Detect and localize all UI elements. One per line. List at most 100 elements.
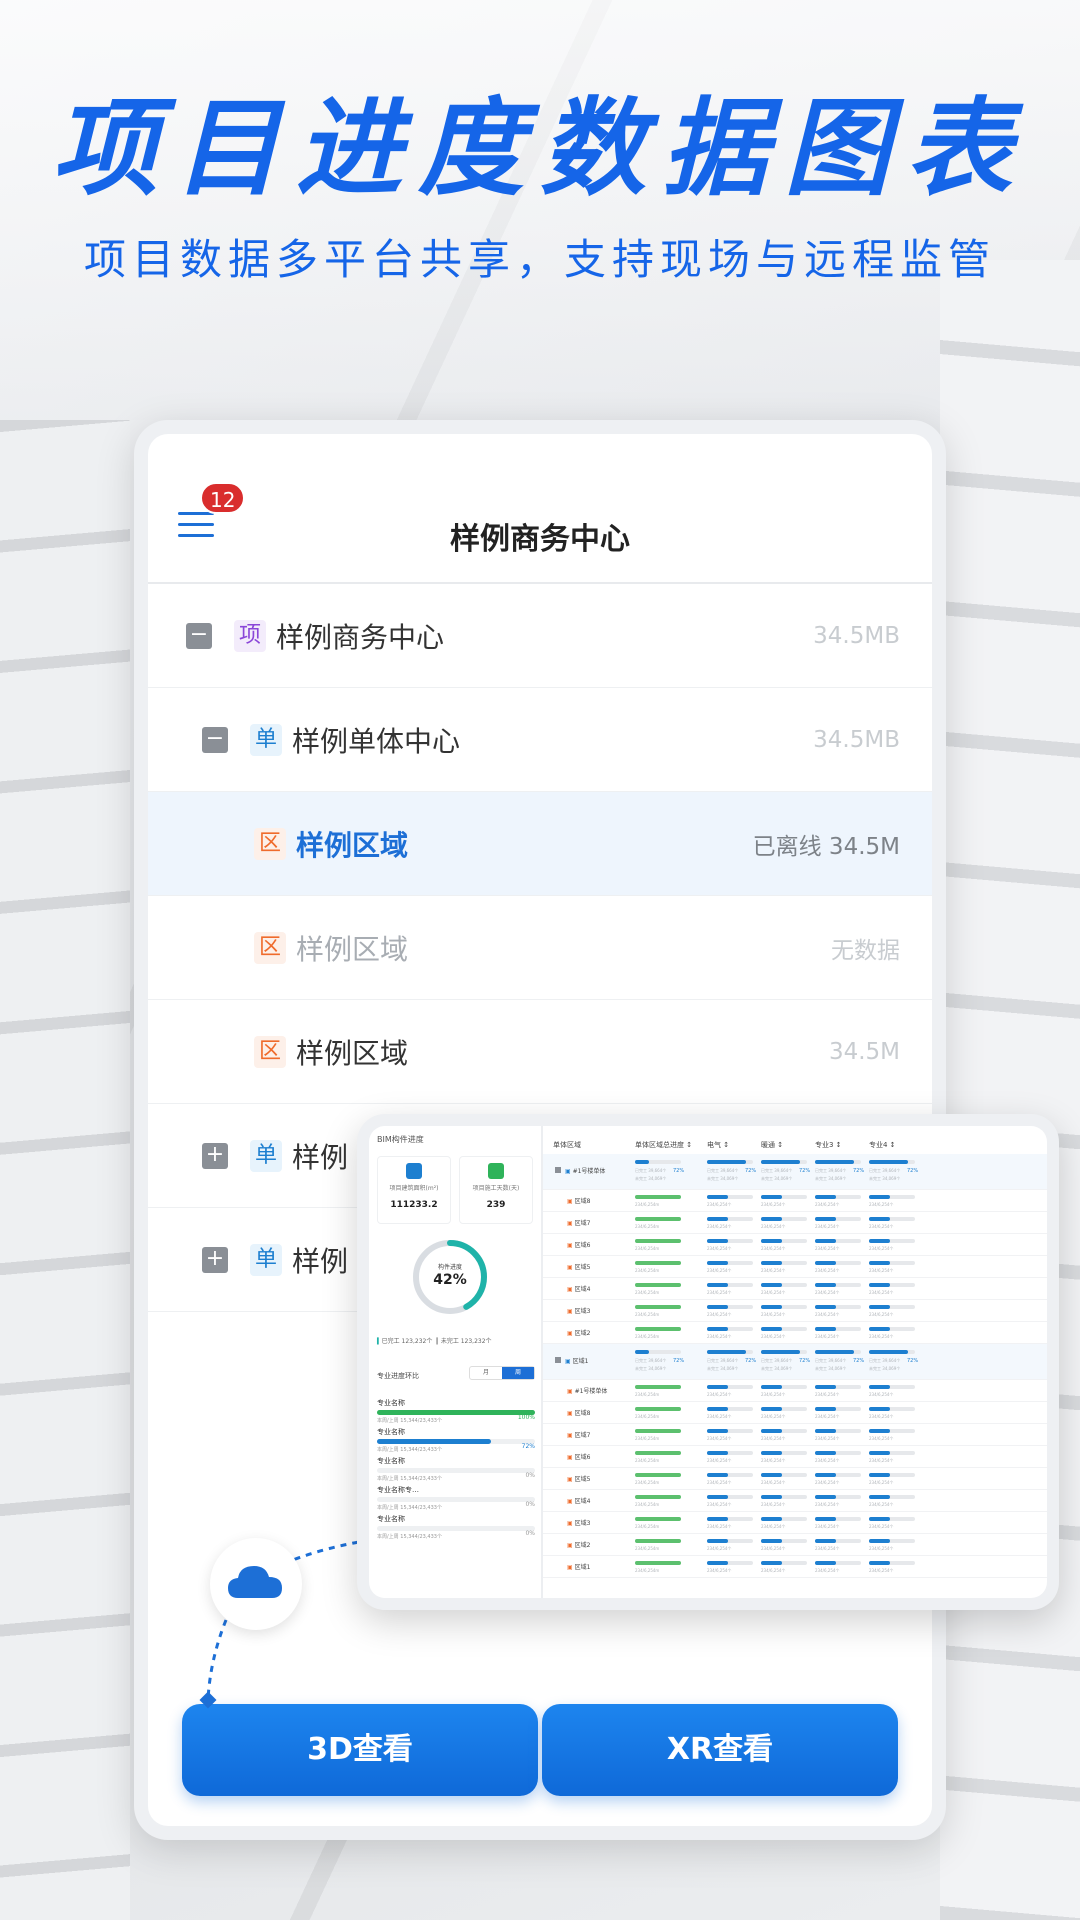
table-cell-bar bbox=[707, 1451, 753, 1455]
table-row[interactable]: ▣ 区域3 234/6,254m 234/6,254个 234/6,254个 234/6… bbox=[543, 1512, 1047, 1534]
collapse-icon[interactable]: − bbox=[202, 726, 228, 753]
table-cell-value: 234/6,254个 bbox=[761, 1458, 786, 1463]
table-cell-value: 234/6,254个 bbox=[761, 1524, 786, 1529]
period-month[interactable]: 月 bbox=[470, 1367, 502, 1379]
table-cell-undone: 未完工 34,069个 bbox=[869, 1366, 901, 1371]
table-header[interactable]: 专业3 ↕ bbox=[815, 1140, 842, 1150]
table-header[interactable]: 暖通 ↕ bbox=[761, 1140, 783, 1150]
table-cell-bar bbox=[869, 1539, 915, 1543]
table-cell-value: 234/6,254个 bbox=[761, 1224, 786, 1229]
table-cell-percent: 72% bbox=[673, 1168, 685, 1174]
discipline-compare: 本周/上周 15,344/23,433个 bbox=[377, 1505, 442, 1511]
table-cell-bar bbox=[869, 1195, 915, 1199]
table-cell-value: 234/6,254m bbox=[635, 1502, 660, 1507]
table-header[interactable]: 电气 ↕ bbox=[707, 1140, 729, 1150]
table-header[interactable]: 单体区域总进度 ↕ bbox=[635, 1140, 692, 1150]
donut-label: 构件进度 bbox=[437, 1264, 462, 1271]
expand-icon[interactable]: + bbox=[202, 1142, 228, 1169]
table-cell-done: 已完工 39,664个 bbox=[635, 1168, 667, 1173]
progress-section-title: 专业进度环比 bbox=[377, 1372, 419, 1380]
tree-row[interactable]: 区样例区域 34.5M bbox=[148, 1000, 932, 1104]
table-row[interactable]: ▣ 区域6 234/6,254m 234/6,254个 234/6,254个 234/6… bbox=[543, 1446, 1047, 1468]
table-cell-bar bbox=[707, 1539, 753, 1543]
kpi-area-value: 111233.2 bbox=[390, 1200, 438, 1210]
table-cell-bar-fill bbox=[815, 1561, 836, 1565]
tree-row[interactable]: 区样例区域 无数据 bbox=[148, 896, 932, 1000]
table-row[interactable]: ▣ #1号楼单体 234/6,254m 234/6,254个 234/6,254个 23… bbox=[543, 1380, 1047, 1402]
table-row[interactable]: ▣ 区域4 234/6,254m 234/6,254个 234/6,254个 234/6… bbox=[543, 1490, 1047, 1512]
table-row-name: ▣ 区域4 bbox=[567, 1286, 591, 1293]
table-row[interactable]: ▣ 区域8 234/6,254m 234/6,254个 234/6,254个 234/6… bbox=[543, 1402, 1047, 1424]
table-cell-bar-fill bbox=[815, 1261, 836, 1265]
table-cell-bar-fill bbox=[761, 1407, 782, 1411]
table-row[interactable]: ▣ 区域2 234/6,254m 234/6,254个 234/6,254个 234/6… bbox=[543, 1322, 1047, 1344]
discipline-progress-item: 专业名称 本周/上周 15,344/23,433个 0% bbox=[377, 1456, 535, 1482]
table-cell-done: 已完工 39,664个 bbox=[761, 1168, 793, 1173]
table-row[interactable]: ▣ 区域3 234/6,254m 234/6,254个 234/6,254个 234/6… bbox=[543, 1300, 1047, 1322]
table-cell-percent: 72% bbox=[853, 1168, 865, 1174]
discipline-name: 专业名称 bbox=[377, 1457, 405, 1465]
table-cell-bar bbox=[869, 1305, 915, 1309]
table-header[interactable]: 单体区域 bbox=[553, 1140, 581, 1150]
table-cell-value: 234/6,254m bbox=[635, 1268, 660, 1273]
period-toggle[interactable]: 月 周 bbox=[469, 1366, 535, 1380]
table-cell-value: 234/6,254m bbox=[635, 1546, 660, 1551]
table-cell-bar-fill bbox=[761, 1327, 782, 1331]
table-cell-percent: 72% bbox=[673, 1358, 685, 1364]
table-cell-bar bbox=[707, 1561, 753, 1565]
tree-row[interactable]: − 项样例商务中心 34.5MB bbox=[148, 584, 932, 688]
table-cell-value: 234/6,254m bbox=[635, 1224, 660, 1229]
table-cell-percent: 72% bbox=[799, 1358, 811, 1364]
table-cell-value: 234/6,254个 bbox=[707, 1568, 732, 1573]
table-row[interactable]: ▣ 区域7 234/6,254m 234/6,254个 234/6,254个 234/6… bbox=[543, 1212, 1047, 1234]
table-cell-bar-fill bbox=[815, 1539, 836, 1543]
table-row[interactable]: ▣ 区域2 234/6,254m 234/6,254个 234/6,254个 234/6… bbox=[543, 1534, 1047, 1556]
collapse-icon[interactable]: − bbox=[186, 622, 212, 649]
table-cell-bar bbox=[869, 1517, 915, 1521]
period-week[interactable]: 周 bbox=[502, 1367, 534, 1379]
tree-row[interactable]: 区样例区域 已离线 34.5M bbox=[148, 792, 932, 896]
table-cell-bar-fill bbox=[815, 1217, 836, 1221]
cloud-icon bbox=[228, 1566, 282, 1598]
table-cell-bar-fill bbox=[707, 1539, 728, 1543]
table-cell-bar-fill bbox=[869, 1327, 890, 1331]
table-row[interactable]: ▣ 区域5 234/6,254m 234/6,254个 234/6,254个 234/6… bbox=[543, 1468, 1047, 1490]
table-cell-bar-fill bbox=[635, 1160, 649, 1164]
tree-row[interactable]: − 单样例单体中心 34.5MB bbox=[148, 688, 932, 792]
table-cell-value: 234/6,254个 bbox=[761, 1312, 786, 1317]
table-cell-bar-fill bbox=[707, 1283, 728, 1287]
table-cell-value: 234/6,254m bbox=[635, 1246, 660, 1251]
table-row[interactable]: ▣ 区域7 234/6,254m 234/6,254个 234/6,254个 234/6… bbox=[543, 1424, 1047, 1446]
table-cell-value: 234/6,254个 bbox=[815, 1312, 840, 1317]
expand-icon[interactable]: + bbox=[202, 1246, 228, 1273]
table-cell-bar bbox=[761, 1517, 807, 1521]
table-cell-percent: 72% bbox=[799, 1168, 811, 1174]
table-cell-value: 234/6,254个 bbox=[707, 1414, 732, 1419]
table-cell-value: 234/6,254个 bbox=[869, 1414, 894, 1419]
table-cell-value: 234/6,254个 bbox=[869, 1480, 894, 1485]
table-cell-bar bbox=[815, 1261, 861, 1265]
donut-legend: ▍已完工 123,232个 ▍未完工 123,232个 bbox=[377, 1338, 492, 1345]
table-cell-bar bbox=[635, 1517, 681, 1521]
table-cell-bar bbox=[869, 1385, 915, 1389]
table-row-name: ▣ 区域6 bbox=[567, 1242, 591, 1249]
table-cell-bar-fill bbox=[635, 1350, 649, 1354]
tree-row-size: 34.5MB bbox=[813, 622, 900, 649]
table-cell-value: 234/6,254个 bbox=[869, 1334, 894, 1339]
table-row[interactable]: ▣ 区域4 234/6,254m 234/6,254个 234/6,254个 234/6… bbox=[543, 1278, 1047, 1300]
table-cell-bar-fill bbox=[815, 1283, 836, 1287]
table-cell-value: 234/6,254个 bbox=[761, 1502, 786, 1507]
table-row[interactable]: ▣ 区域8 234/6,254m 234/6,254个 234/6,254个 234/6… bbox=[543, 1190, 1047, 1212]
table-row[interactable]: ▣ 区域6 234/6,254m 234/6,254个 234/6,254个 234/6… bbox=[543, 1234, 1047, 1256]
table-header[interactable]: 专业4 ↕ bbox=[869, 1140, 896, 1150]
table-row[interactable]: ▣ 区域5 234/6,254m 234/6,254个 234/6,254个 234/6… bbox=[543, 1256, 1047, 1278]
table-cell-value: 234/6,254个 bbox=[815, 1414, 840, 1419]
table-row[interactable]: ▣ #1号楼单体 已完工 39,664个 未完工 34,069个 72% 已完工 39,… bbox=[543, 1154, 1047, 1190]
table-cell-value: 234/6,254个 bbox=[869, 1502, 894, 1507]
tree-row-size: 无数据 bbox=[831, 937, 900, 964]
view-xr-button[interactable]: XR查看 bbox=[542, 1704, 898, 1796]
table-cell-value: 234/6,254个 bbox=[869, 1268, 894, 1273]
table-row[interactable]: ▣ 区域1 已完工 39,664个 未完工 34,069个 72% 已完工 39,664… bbox=[543, 1344, 1047, 1380]
table-row[interactable]: ▣ 区域1 234/6,254m 234/6,254个 234/6,254个 234/6… bbox=[543, 1556, 1047, 1578]
table-cell-bar-fill bbox=[707, 1561, 728, 1565]
